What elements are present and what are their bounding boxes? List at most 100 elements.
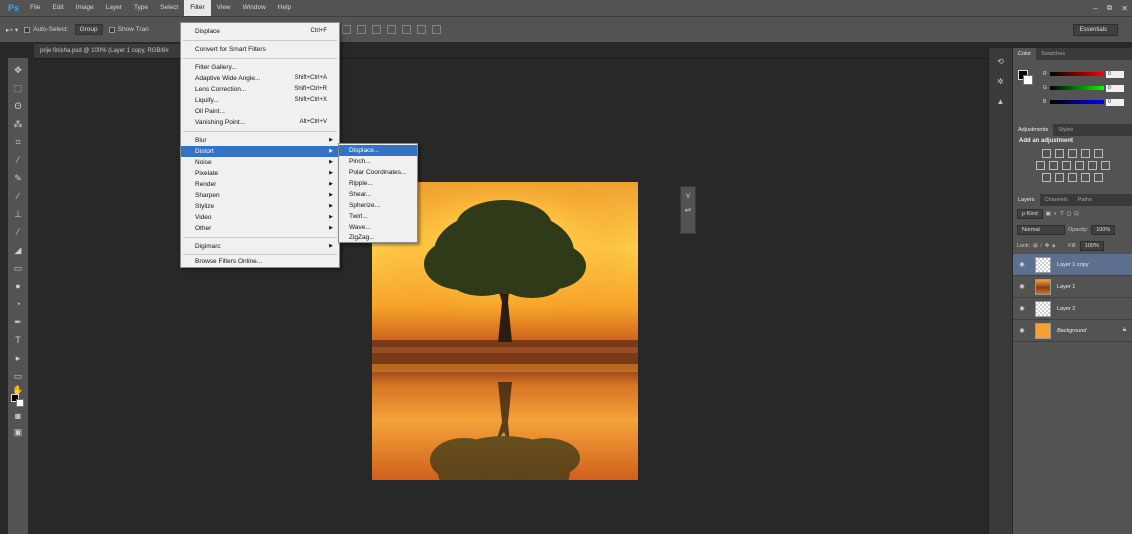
distribute-hcenter-icon[interactable] xyxy=(402,25,411,34)
panel-background-swatch[interactable] xyxy=(1023,75,1033,85)
menu-item-distort[interactable]: Distort ▶ xyxy=(181,146,339,157)
invert-icon[interactable] xyxy=(1042,173,1051,182)
dodge-tool-icon[interactable]: ◔ xyxy=(12,298,24,310)
lasso-tool-icon[interactable]: ʘ xyxy=(12,100,24,112)
selective-color-icon[interactable] xyxy=(1094,173,1103,182)
lock-position-icon[interactable]: ✥ xyxy=(1045,243,1050,249)
menu-item-adaptive-wide-angle[interactable]: Adaptive Wide Angle... Shift+Ctrl+A xyxy=(181,73,339,84)
tab-paths[interactable]: Paths xyxy=(1073,194,1097,206)
eyedropper-tool-icon[interactable]: ⁄ xyxy=(12,154,24,166)
brush-presets-icon[interactable]: ✲ xyxy=(995,76,1007,88)
document-tab[interactable]: prije finisha.psd @ 100% (Layer 1 copy, … xyxy=(34,44,184,58)
filter-smart-icon[interactable]: ⊡ xyxy=(1074,211,1079,217)
history-icon[interactable]: ⋎ xyxy=(683,191,693,201)
menu-layer[interactable]: Layer xyxy=(100,0,128,16)
pen-tool-icon[interactable]: ✒ xyxy=(12,316,24,328)
eraser-tool-icon[interactable]: ◢ xyxy=(12,244,24,256)
move-tool-preset[interactable]: ▸+ ▾ xyxy=(6,26,18,34)
shape-tool-icon[interactable]: ▭ xyxy=(12,370,24,382)
history-panel-icon[interactable]: ⟲ xyxy=(995,56,1007,68)
clone-stamp-icon[interactable]: ⊥ xyxy=(12,208,24,220)
submenu-item-twirl[interactable]: Twirl... xyxy=(339,211,417,222)
submenu-item-spherize[interactable]: Spherize... xyxy=(339,200,417,211)
type-tool-icon[interactable]: T xyxy=(12,334,24,346)
layer-row-layer-1[interactable]: ◉ Layer 1 xyxy=(1013,276,1132,298)
align-bottom-icon[interactable] xyxy=(372,25,381,34)
menu-item-stylize[interactable]: Stylize ▶ xyxy=(181,201,339,212)
background-color-swatch[interactable] xyxy=(16,399,24,407)
filter-pixel-icon[interactable]: ▣ xyxy=(1046,211,1051,217)
crop-tool-icon[interactable]: ⌗ xyxy=(12,136,24,148)
menu-item-other[interactable]: Other ▶ xyxy=(181,223,339,234)
color-lookup-icon[interactable] xyxy=(1100,161,1110,170)
tab-channels[interactable]: Channels xyxy=(1040,194,1073,206)
align-vcenter-icon[interactable] xyxy=(357,25,366,34)
path-select-icon[interactable]: ▸ xyxy=(12,352,24,364)
vibrance-icon[interactable] xyxy=(1094,149,1103,158)
black-white-icon[interactable] xyxy=(1061,161,1071,170)
align-top-icon[interactable] xyxy=(342,25,351,34)
fill-field[interactable]: 100% xyxy=(1079,241,1104,251)
kind-filter-dropdown[interactable]: ρ Kind xyxy=(1017,209,1043,219)
opacity-field[interactable]: 100% xyxy=(1091,225,1116,235)
submenu-item-zigzag[interactable]: ZigZag... xyxy=(339,232,417,243)
brightness-icon[interactable] xyxy=(1042,149,1051,158)
close-icon[interactable]: ✕ xyxy=(1121,4,1128,13)
menu-item-liquify[interactable]: Liquify... Shift+Ctrl+X xyxy=(181,95,339,106)
workspace-switcher[interactable]: Essentials xyxy=(1072,24,1118,36)
menu-item-oil-paint[interactable]: Oil Paint... xyxy=(181,106,339,117)
show-transform-checkbox[interactable] xyxy=(108,26,115,33)
menu-select[interactable]: Select xyxy=(154,0,184,16)
tab-styles[interactable]: Styles xyxy=(1053,124,1078,136)
blue-slider[interactable]: B 0 xyxy=(1043,98,1129,106)
menu-file[interactable]: File xyxy=(24,0,46,16)
tab-adjustments[interactable]: Adjustments xyxy=(1013,124,1054,136)
menu-item-blur[interactable]: Blur ▶ xyxy=(181,135,339,146)
menu-view[interactable]: View xyxy=(211,0,237,16)
visibility-eye-icon[interactable]: ◉ xyxy=(1017,305,1027,312)
color-balance-icon[interactable] xyxy=(1048,161,1058,170)
restore-icon[interactable]: ⧉ xyxy=(1107,3,1113,13)
menu-item-convert-smart[interactable]: Convert for Smart Filters xyxy=(181,44,339,55)
menu-help[interactable]: Help xyxy=(272,0,297,16)
brush-tool-icon[interactable]: ∕ xyxy=(12,190,24,202)
photo-filter-icon[interactable] xyxy=(1074,161,1084,170)
healing-brush-icon[interactable]: ✎ xyxy=(12,172,24,184)
submenu-item-displace[interactable]: Displace... xyxy=(339,145,417,156)
submenu-item-shear[interactable]: Shear... xyxy=(339,189,417,200)
menu-item-video[interactable]: Video ▶ xyxy=(181,212,339,223)
layer-row-background[interactable]: ◉ Background 🔒︎ xyxy=(1013,320,1132,342)
menu-window[interactable]: Window xyxy=(237,0,272,16)
menu-filter[interactable]: Filter xyxy=(184,0,211,16)
blend-mode-dropdown[interactable]: Normal xyxy=(1017,225,1065,235)
submenu-item-polar-coordinates[interactable]: Polar Coordinates... xyxy=(339,167,417,178)
blur-tool-icon[interactable]: ● xyxy=(12,280,24,292)
menu-item-sharpen[interactable]: Sharpen ▶ xyxy=(181,190,339,201)
lock-pixels-icon[interactable]: ∕ xyxy=(1041,243,1042,249)
auto-select-option[interactable]: Auto-Select: xyxy=(24,26,69,33)
visibility-eye-icon[interactable]: ◉ xyxy=(1017,261,1027,268)
channel-mixer-icon[interactable] xyxy=(1087,161,1097,170)
menu-item-noise[interactable]: Noise ▶ xyxy=(181,157,339,168)
lock-transparent-icon[interactable]: ⊞ xyxy=(1033,243,1038,249)
properties-icon[interactable]: ⇌ xyxy=(683,205,693,215)
filter-shape-icon[interactable]: ◻ xyxy=(1067,211,1072,217)
posterize-icon[interactable] xyxy=(1055,173,1064,182)
menu-item-render[interactable]: Render ▶ xyxy=(181,179,339,190)
quick-select-tool-icon[interactable]: ⁂ xyxy=(12,118,24,130)
gradient-map-icon[interactable] xyxy=(1081,173,1090,182)
show-transform-option[interactable]: Show Tran xyxy=(108,26,149,33)
hue-saturation-icon[interactable] xyxy=(1035,161,1045,170)
auto-align-icon[interactable] xyxy=(432,25,441,34)
quick-mask-icon[interactable]: ◙ xyxy=(12,410,24,422)
menu-item-pixelate[interactable]: Pixelate ▶ xyxy=(181,168,339,179)
menu-item-vanishing-point[interactable]: Vanishing Point... Alt+Ctrl+V xyxy=(181,117,339,128)
visibility-eye-icon[interactable]: ◉ xyxy=(1017,283,1027,290)
menu-item-lens-correction[interactable]: Lens Correction... Shift+Ctrl+R xyxy=(181,84,339,95)
layer-row-layer-1-copy[interactable]: ◉ Layer 1 copy xyxy=(1013,254,1132,276)
history-brush-icon[interactable]: ⁄ xyxy=(12,226,24,238)
distribute-right-icon[interactable] xyxy=(417,25,426,34)
auto-select-checkbox[interactable] xyxy=(24,26,31,33)
red-slider[interactable]: R 0 xyxy=(1043,70,1129,78)
menu-type[interactable]: Type xyxy=(128,0,154,16)
